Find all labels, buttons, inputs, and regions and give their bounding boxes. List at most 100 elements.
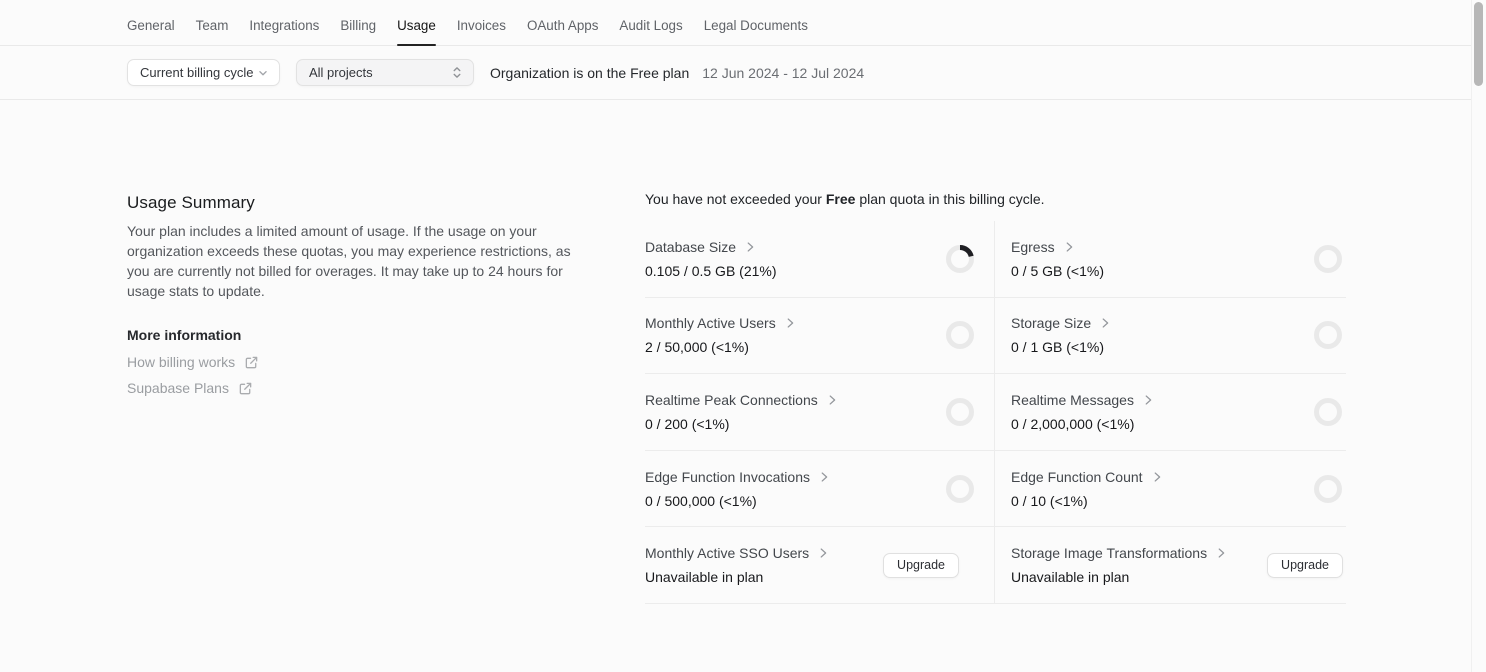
chevrons-up-down-icon	[450, 65, 464, 80]
usage-item-link-realtime-peak-connections[interactable]: Realtime Peak Connections	[645, 392, 839, 408]
plan-status-text: Organization is on the Free plan	[490, 65, 689, 81]
tab-usage[interactable]: Usage	[397, 6, 436, 45]
more-information-heading: More information	[127, 327, 577, 343]
usage-item-link-monthly-active-sso-users[interactable]: Monthly Active SSO Users	[645, 545, 830, 561]
usage-item-text: Edge Function Invocations 0 / 500,000 (<1…	[645, 469, 831, 509]
link-label: How billing works	[127, 354, 235, 370]
usage-item-link-egress[interactable]: Egress	[1011, 239, 1104, 255]
usage-progress-ring	[945, 474, 975, 504]
tab-team[interactable]: Team	[196, 6, 229, 45]
usage-item-value: 0 / 200 (<1%)	[645, 416, 839, 432]
upgrade-button[interactable]: Upgrade	[1267, 553, 1343, 578]
usage-item-label: Storage Image Transformations	[1011, 545, 1207, 561]
scrollbar-track[interactable]	[1471, 0, 1486, 672]
usage-item-label: Edge Function Count	[1011, 469, 1143, 485]
usage-item-realtime-messages: Realtime Messages 0 / 2,000,000 (<1%)	[994, 374, 1346, 450]
usage-item-link-database-size[interactable]: Database Size	[645, 239, 777, 255]
usage-item-value: 0 / 5 GB (<1%)	[1011, 263, 1104, 279]
usage-item-label: Edge Function Invocations	[645, 469, 810, 485]
usage-item-value: 0 / 1 GB (<1%)	[1011, 339, 1112, 355]
tab-general[interactable]: General	[127, 6, 175, 45]
usage-item-value: 0 / 10 (<1%)	[1011, 493, 1164, 509]
usage-item-database-size: Database Size0.105 / 0.5 GB (21%)	[645, 221, 994, 297]
link-how-billing-works[interactable]: How billing works	[127, 354, 577, 370]
usage-progress-ring	[945, 244, 975, 274]
tab-integrations[interactable]: Integrations	[249, 6, 319, 45]
usage-item-label: Realtime Peak Connections	[645, 392, 818, 408]
usage-progress-ring	[945, 320, 975, 350]
chevron-down-icon	[256, 66, 270, 80]
external-link-icon	[244, 355, 259, 370]
usage-item-value: 0 / 500,000 (<1%)	[645, 493, 831, 509]
usage-summary-description: Your plan includes a limited amount of u…	[127, 221, 577, 301]
quota-status-prefix: You have not exceeded your	[645, 191, 826, 207]
usage-grid-row: Edge Function Invocations 0 / 500,000 (<1…	[645, 451, 1346, 528]
quota-status-suffix: plan quota in this billing cycle.	[855, 191, 1044, 207]
usage-item-label: Egress	[1011, 239, 1055, 255]
usage-item-monthly-active-sso-users: Monthly Active SSO UsersUnavailable in p…	[645, 527, 994, 603]
usage-item-link-storage-size[interactable]: Storage Size	[1011, 315, 1112, 331]
usage-item-label: Monthly Active SSO Users	[645, 545, 809, 561]
usage-grid-row: Monthly Active SSO Users Unavailable in p…	[645, 527, 1346, 604]
chevron-right-icon	[1062, 240, 1076, 254]
billing-cycle-value: Current billing cycle	[140, 65, 253, 80]
usage-filter-bar: Current billing cycle All projects Organ…	[0, 46, 1486, 100]
usage-progress-ring	[945, 397, 975, 427]
usage-item-value: 0 / 2,000,000 (<1%)	[1011, 416, 1155, 432]
upgrade-button[interactable]: Upgrade	[883, 553, 959, 578]
tab-legal-documents[interactable]: Legal Documents	[704, 6, 808, 45]
chevron-right-icon	[825, 393, 839, 407]
usage-item-value: Unavailable in plan	[1011, 569, 1228, 585]
tab-audit-logs[interactable]: Audit Logs	[619, 6, 682, 45]
chevron-right-icon	[783, 316, 797, 330]
chevron-right-icon	[1098, 316, 1112, 330]
billing-date-range: 12 Jun 2024 - 12 Jul 2024	[702, 65, 864, 81]
billing-cycle-select[interactable]: Current billing cycle	[127, 59, 280, 86]
chevron-right-icon	[1214, 546, 1228, 560]
scrollbar-thumb[interactable]	[1474, 2, 1483, 86]
usage-item-text: Storage Size 0 / 1 GB (<1%)	[1011, 315, 1112, 355]
tab-billing[interactable]: Billing	[340, 6, 376, 45]
usage-item-label: Database Size	[645, 239, 736, 255]
usage-item-link-monthly-active-users[interactable]: Monthly Active Users	[645, 315, 797, 331]
usage-summary-section: Usage Summary Your plan includes a limit…	[127, 193, 577, 396]
usage-item-egress: Egress 0 / 5 GB (<1%)	[994, 221, 1346, 297]
chevron-right-icon	[817, 470, 831, 484]
usage-grid-row: Database Size0.105 / 0.5 GB (21%) Egress 0…	[645, 221, 1346, 298]
usage-item-link-storage-image-transformations[interactable]: Storage Image Transformations	[1011, 545, 1228, 561]
usage-item-storage-size: Storage Size 0 / 1 GB (<1%)	[994, 298, 1346, 374]
usage-item-label: Storage Size	[1011, 315, 1091, 331]
projects-select[interactable]: All projects	[296, 59, 474, 86]
usage-grid-row: Monthly Active Users2 / 50,000 (<1%) Stor…	[645, 298, 1346, 375]
usage-item-monthly-active-users: Monthly Active Users2 / 50,000 (<1%)	[645, 298, 994, 374]
usage-progress-ring	[1313, 397, 1343, 427]
plan-status-line: Organization is on the Free plan 12 Jun …	[490, 65, 864, 81]
usage-item-link-edge-function-count[interactable]: Edge Function Count	[1011, 469, 1164, 485]
usage-grid-row: Realtime Peak Connections0 / 200 (<1%)Re…	[645, 374, 1346, 451]
usage-progress-ring	[1313, 320, 1343, 350]
usage-item-text: Storage Image Transformations Unavailable…	[1011, 545, 1228, 585]
usage-item-label: Monthly Active Users	[645, 315, 776, 331]
usage-item-label: Realtime Messages	[1011, 392, 1134, 408]
usage-item-text: Monthly Active Users2 / 50,000 (<1%)	[645, 315, 797, 355]
usage-item-text: Realtime Peak Connections 0 / 200 (<1%)	[645, 392, 839, 432]
usage-item-edge-function-invocations: Edge Function Invocations 0 / 500,000 (<1…	[645, 451, 994, 527]
usage-item-text: Database Size0.105 / 0.5 GB (21%)	[645, 239, 777, 279]
usage-item-storage-image-transformations: Storage Image Transformations Unavailable…	[994, 527, 1346, 603]
quota-status-plan: Free	[826, 191, 856, 207]
usage-item-text: Realtime Messages 0 / 2,000,000 (<1%)	[1011, 392, 1155, 432]
tab-oauth-apps[interactable]: OAuth Apps	[527, 6, 598, 45]
settings-tab-bar: General Team Integrations Billing Usage Invoi…	[0, 0, 1486, 46]
tab-invoices[interactable]: Invoices	[457, 6, 506, 45]
page-title: Usage Summary	[127, 193, 577, 213]
usage-item-link-edge-function-invocations[interactable]: Edge Function Invocations	[645, 469, 831, 485]
usage-item-realtime-peak-connections: Realtime Peak Connections 0 / 200 (<1%)	[645, 374, 994, 450]
usage-progress-ring	[1313, 474, 1343, 504]
usage-item-text: Egress 0 / 5 GB (<1%)	[1011, 239, 1104, 279]
projects-select-value: All projects	[309, 65, 373, 80]
grid-column-divider	[994, 221, 995, 604]
quota-status-line: You have not exceeded your Free plan quo…	[645, 191, 1045, 207]
usage-item-link-realtime-messages[interactable]: Realtime Messages	[1011, 392, 1155, 408]
chevron-right-icon	[816, 546, 830, 560]
link-supabase-plans[interactable]: Supabase Plans	[127, 380, 577, 396]
